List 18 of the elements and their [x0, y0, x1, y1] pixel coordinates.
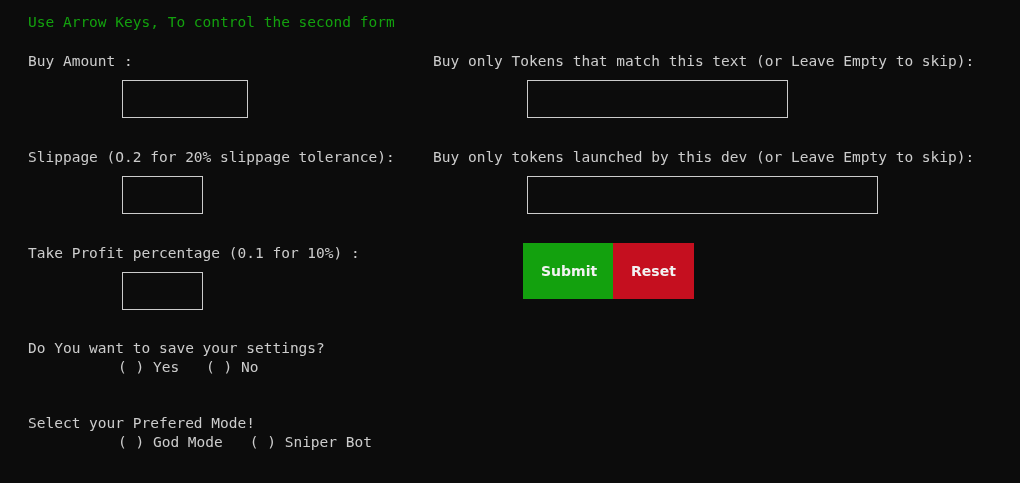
field-label: Buy Amount :: [28, 52, 133, 71]
instruction-text: Use Arrow Keys, To control the second form: [28, 13, 396, 32]
input-field[interactable]: [527, 80, 788, 118]
reset-button[interactable]: Reset: [613, 243, 694, 299]
input-field[interactable]: [122, 80, 248, 118]
radio-option[interactable]: ( ) Sniper Bot: [249, 433, 372, 452]
radio-option[interactable]: ( ) Yes: [118, 358, 180, 377]
question-label: Select your Prefered Mode!: [28, 414, 256, 433]
input-field[interactable]: [122, 272, 203, 310]
input-field[interactable]: [527, 176, 878, 214]
field-label: Buy only Tokens that match this text (or Leave Empty to skip):: [433, 52, 975, 71]
radio-option[interactable]: ( ) God Mode: [118, 433, 223, 452]
radio-option[interactable]: ( ) No: [206, 358, 259, 377]
field-label: Buy only tokens launched by this dev (or Leave Empty to skip):: [433, 148, 975, 167]
question-label: Do You want to save your settings?: [28, 339, 326, 358]
field-label: Slippage (O.2 for 20% slippage tolerance):: [28, 148, 395, 167]
field-label: Take Profit percentage (0.1 for 10%) :: [28, 244, 360, 263]
input-field[interactable]: [122, 176, 203, 214]
